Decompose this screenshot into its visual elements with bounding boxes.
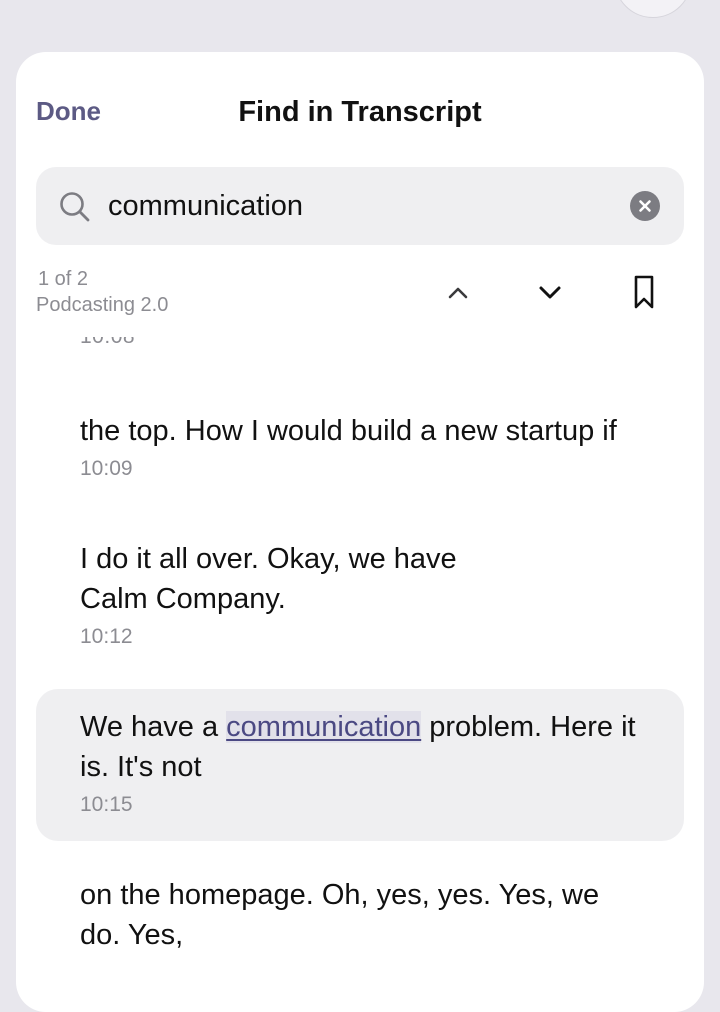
podcast-name: Podcasting 2.0 — [36, 294, 169, 316]
segment-text-before: We have a — [80, 711, 219, 743]
transcript-segment-current-match[interactable]: We have a communication problem. Here it… — [36, 689, 684, 841]
segment-text: I do it all over. Okay, we have Calm Com… — [80, 543, 457, 615]
search-input[interactable] — [108, 187, 608, 225]
segment-text: on the homepage. Oh, yes, yes. Yes, we d… — [80, 879, 600, 951]
match-count: 1 of 2 — [38, 268, 89, 290]
search-bar — [36, 167, 684, 245]
segment-timestamp: 10:08 — [80, 337, 135, 349]
clear-icon — [639, 200, 651, 212]
background-circle-button — [614, 0, 692, 18]
done-button[interactable]: Done — [36, 96, 101, 127]
chevron-down-icon — [539, 286, 561, 299]
search-match-highlight: communication — [226, 711, 422, 743]
clear-search-button[interactable] — [630, 191, 660, 221]
previous-match-button[interactable] — [438, 272, 478, 312]
segment-text: the top. How I would build a new startup… — [80, 415, 617, 447]
bookmark-icon — [634, 275, 654, 309]
segment-timestamp: 10:15 — [80, 793, 133, 816]
transcript-segment[interactable]: the top. How I would build a new startup… — [36, 411, 684, 481]
sheet-title: Find in Transcript — [238, 96, 482, 128]
search-icon — [58, 190, 92, 224]
transcript-list[interactable]: 10:08 the top. How I would build a new s… — [16, 337, 704, 1012]
chevron-up-icon — [448, 287, 468, 299]
transcript-segment[interactable]: on the homepage. Oh, yes, yes. Yes, we d… — [36, 875, 684, 955]
find-in-transcript-sheet: Done Find in Transcript 1 of 2 Podcastin… — [16, 52, 704, 1012]
segment-timestamp: 10:09 — [80, 457, 133, 480]
segment-timestamp: 10:12 — [80, 625, 133, 648]
segment-text: We have a communication problem. Here it… — [80, 707, 670, 787]
transcript-segment[interactable]: I do it all over. Okay, we have Calm Com… — [36, 539, 684, 649]
bookmark-button[interactable] — [624, 272, 664, 312]
next-match-button[interactable] — [530, 272, 570, 312]
